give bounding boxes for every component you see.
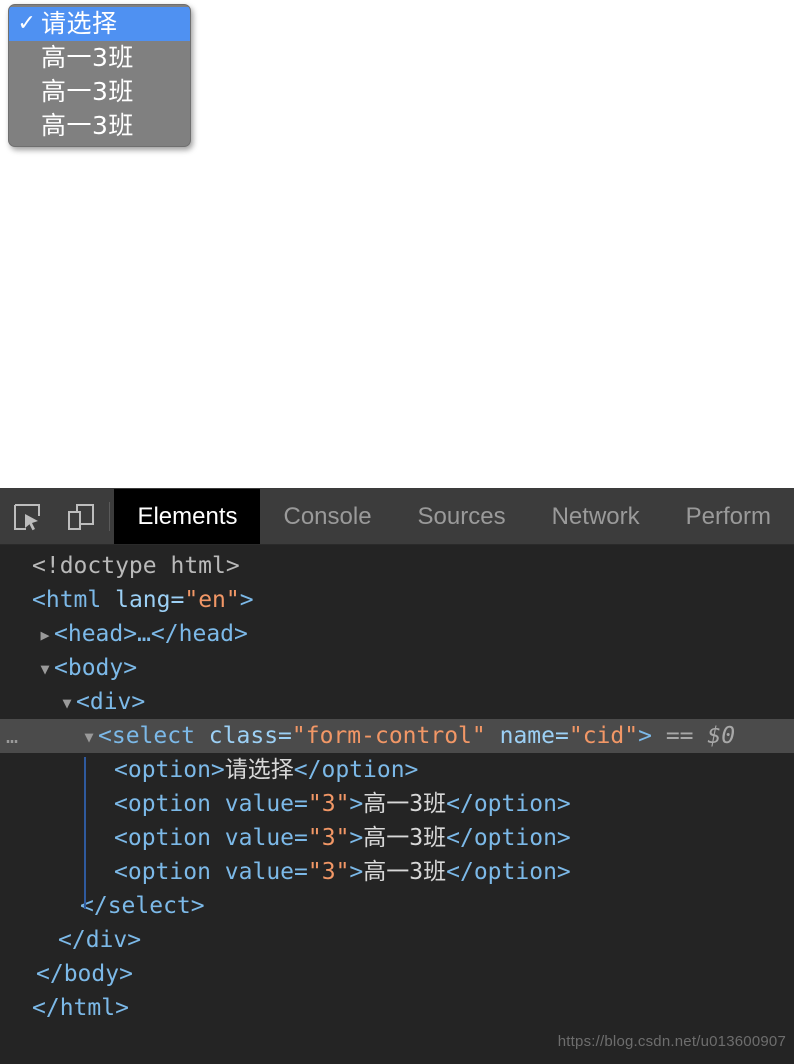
option1-close-tag: </option>: [293, 757, 419, 783]
dom-line-html-close[interactable]: ▶</html>: [0, 991, 794, 1025]
html-open-bracket: <: [32, 587, 46, 613]
selected-node-ref: $0: [707, 723, 736, 749]
checkmark-icon-placeholder: ✓: [13, 75, 41, 109]
inspect-element-icon: [12, 502, 42, 532]
checkmark-icon-placeholder: ✓: [13, 109, 41, 143]
tab-sources[interactable]: Sources: [395, 489, 529, 544]
select-option-0[interactable]: ✓ 请选择: [9, 7, 190, 41]
more-options-icon[interactable]: …: [6, 719, 20, 753]
select-option-1[interactable]: ✓ 高一3班: [9, 41, 190, 75]
option1-open-tag: <option>: [114, 757, 225, 783]
option4-text: 高一3班: [363, 859, 447, 885]
tab-console[interactable]: Console: [260, 489, 394, 544]
chevron-down-icon[interactable]: ▼: [36, 652, 54, 686]
div-open-text: <div>: [76, 689, 146, 715]
select-option-label: 高一3班: [41, 43, 134, 72]
dom-line-head[interactable]: ▶ <head>…</head>: [0, 617, 794, 651]
body-open-text: <body>: [54, 655, 138, 681]
option2-open-tag-end: >: [349, 791, 364, 817]
triangle-icon-placeholder: ▶: [14, 992, 32, 1026]
dom-line-html-open[interactable]: ▶<html lang="en">: [0, 583, 794, 617]
inspect-element-button[interactable]: [0, 489, 54, 544]
dom-line-div-close[interactable]: </div>: [0, 923, 794, 957]
tab-elements[interactable]: Elements: [114, 489, 261, 544]
html-close-tag: </html>: [32, 995, 129, 1021]
devtools-panel: Elements Console Sources Network Perform…: [0, 488, 794, 1064]
dom-line-select-open[interactable]: … ▼ <select class="form-control" name="cid…: [0, 719, 794, 753]
doctype-text: <!doctype html>: [32, 553, 240, 579]
device-toolbar-icon: [66, 502, 96, 532]
select-name-attr-name: name=: [485, 723, 569, 749]
select-option-3[interactable]: ✓ 高一3班: [9, 109, 190, 143]
option3-close-tag: </option>: [446, 825, 571, 851]
select-tag-name: select: [111, 723, 195, 749]
html-lang-attr-name: lang=: [101, 587, 185, 613]
toolbar-divider: [109, 502, 111, 531]
checkmark-icon: ✓: [17, 11, 37, 36]
dom-line-body-open[interactable]: ▼ <body>: [0, 651, 794, 685]
body-close-tag: </body>: [36, 961, 133, 987]
option2-value-attr: "3": [307, 791, 350, 817]
select-class-attr-name: class=: [194, 723, 292, 749]
device-toolbar-button[interactable]: [54, 489, 108, 544]
select-dropdown-popup[interactable]: ✓ 请选择 ✓ 高一3班 ✓ 高一3班 ✓ 高一3班: [8, 4, 191, 147]
div-close-tag: </div>: [58, 927, 142, 953]
select-open-bracket: <: [98, 723, 112, 749]
html-close-bracket: >: [239, 587, 254, 613]
option4-close-tag: </option>: [446, 859, 571, 885]
chevron-down-icon[interactable]: ▼: [80, 720, 98, 754]
dom-line-select-close[interactable]: </select>: [0, 889, 794, 923]
option1-text: 请选择: [224, 757, 294, 783]
devtools-toolbar: Elements Console Sources Network Perform: [0, 489, 794, 545]
dom-line-option-1[interactable]: <option>请选择</option>: [0, 753, 794, 787]
html-tag-name: html: [45, 587, 102, 613]
dom-line-div-open[interactable]: ▼ <div>: [0, 685, 794, 719]
option4-open-tag-start: <option value=: [114, 859, 308, 885]
checkmark-icon-placeholder: ✓: [13, 41, 41, 75]
tab-performance[interactable]: Perform: [663, 489, 794, 544]
option3-value-attr: "3": [307, 825, 350, 851]
dom-line-body-close[interactable]: </body>: [0, 957, 794, 991]
option2-close-tag: </option>: [446, 791, 571, 817]
select-option-label: 高一3班: [41, 111, 134, 140]
select-option-2[interactable]: ✓ 高一3班: [9, 75, 190, 109]
chevron-right-icon[interactable]: ▶: [36, 618, 54, 652]
select-close-bracket: >: [638, 723, 652, 749]
option2-text: 高一3班: [363, 791, 447, 817]
watermark-url: https://blog.csdn.net/u013600907: [557, 1033, 786, 1050]
dom-line-option-3[interactable]: <option value="3">高一3班</option>: [0, 821, 794, 855]
option2-open-tag-start: <option value=: [114, 791, 308, 817]
option3-open-tag-end: >: [349, 825, 364, 851]
indent-guide-line: [84, 757, 86, 909]
html-lang-attr-value: "en": [184, 587, 240, 613]
triangle-icon-placeholder: ▶: [14, 584, 32, 618]
select-option-label: 高一3班: [41, 77, 134, 106]
tab-network[interactable]: Network: [529, 489, 663, 544]
select-class-attr-value: "form-control": [291, 723, 486, 749]
select-eq-marker: ==: [651, 723, 708, 749]
select-option-label: 请选择: [41, 9, 118, 38]
select-close-tag: </select>: [80, 893, 205, 919]
dom-tree-panel[interactable]: ▶<!doctype html> ▶<html lang="en"> ▶<hea…: [0, 545, 794, 1064]
head-collapsed-text: <head>…</head>: [54, 621, 248, 647]
dom-line-option-2[interactable]: <option value="3">高一3班</option>: [0, 787, 794, 821]
dom-line-doctype[interactable]: ▶<!doctype html>: [0, 549, 794, 583]
browser-page-area: ✓ 请选择 ✓ 高一3班 ✓ 高一3班 ✓ 高一3班: [0, 0, 794, 488]
chevron-down-icon[interactable]: ▼: [58, 686, 76, 720]
option4-value-attr: "3": [307, 859, 350, 885]
select-name-attr-value: "cid": [568, 723, 639, 749]
option3-open-tag-start: <option value=: [114, 825, 308, 851]
option3-text: 高一3班: [363, 825, 447, 851]
option4-open-tag-end: >: [349, 859, 364, 885]
dom-line-option-4[interactable]: <option value="3">高一3班</option>: [0, 855, 794, 889]
triangle-icon-placeholder: ▶: [14, 550, 32, 584]
